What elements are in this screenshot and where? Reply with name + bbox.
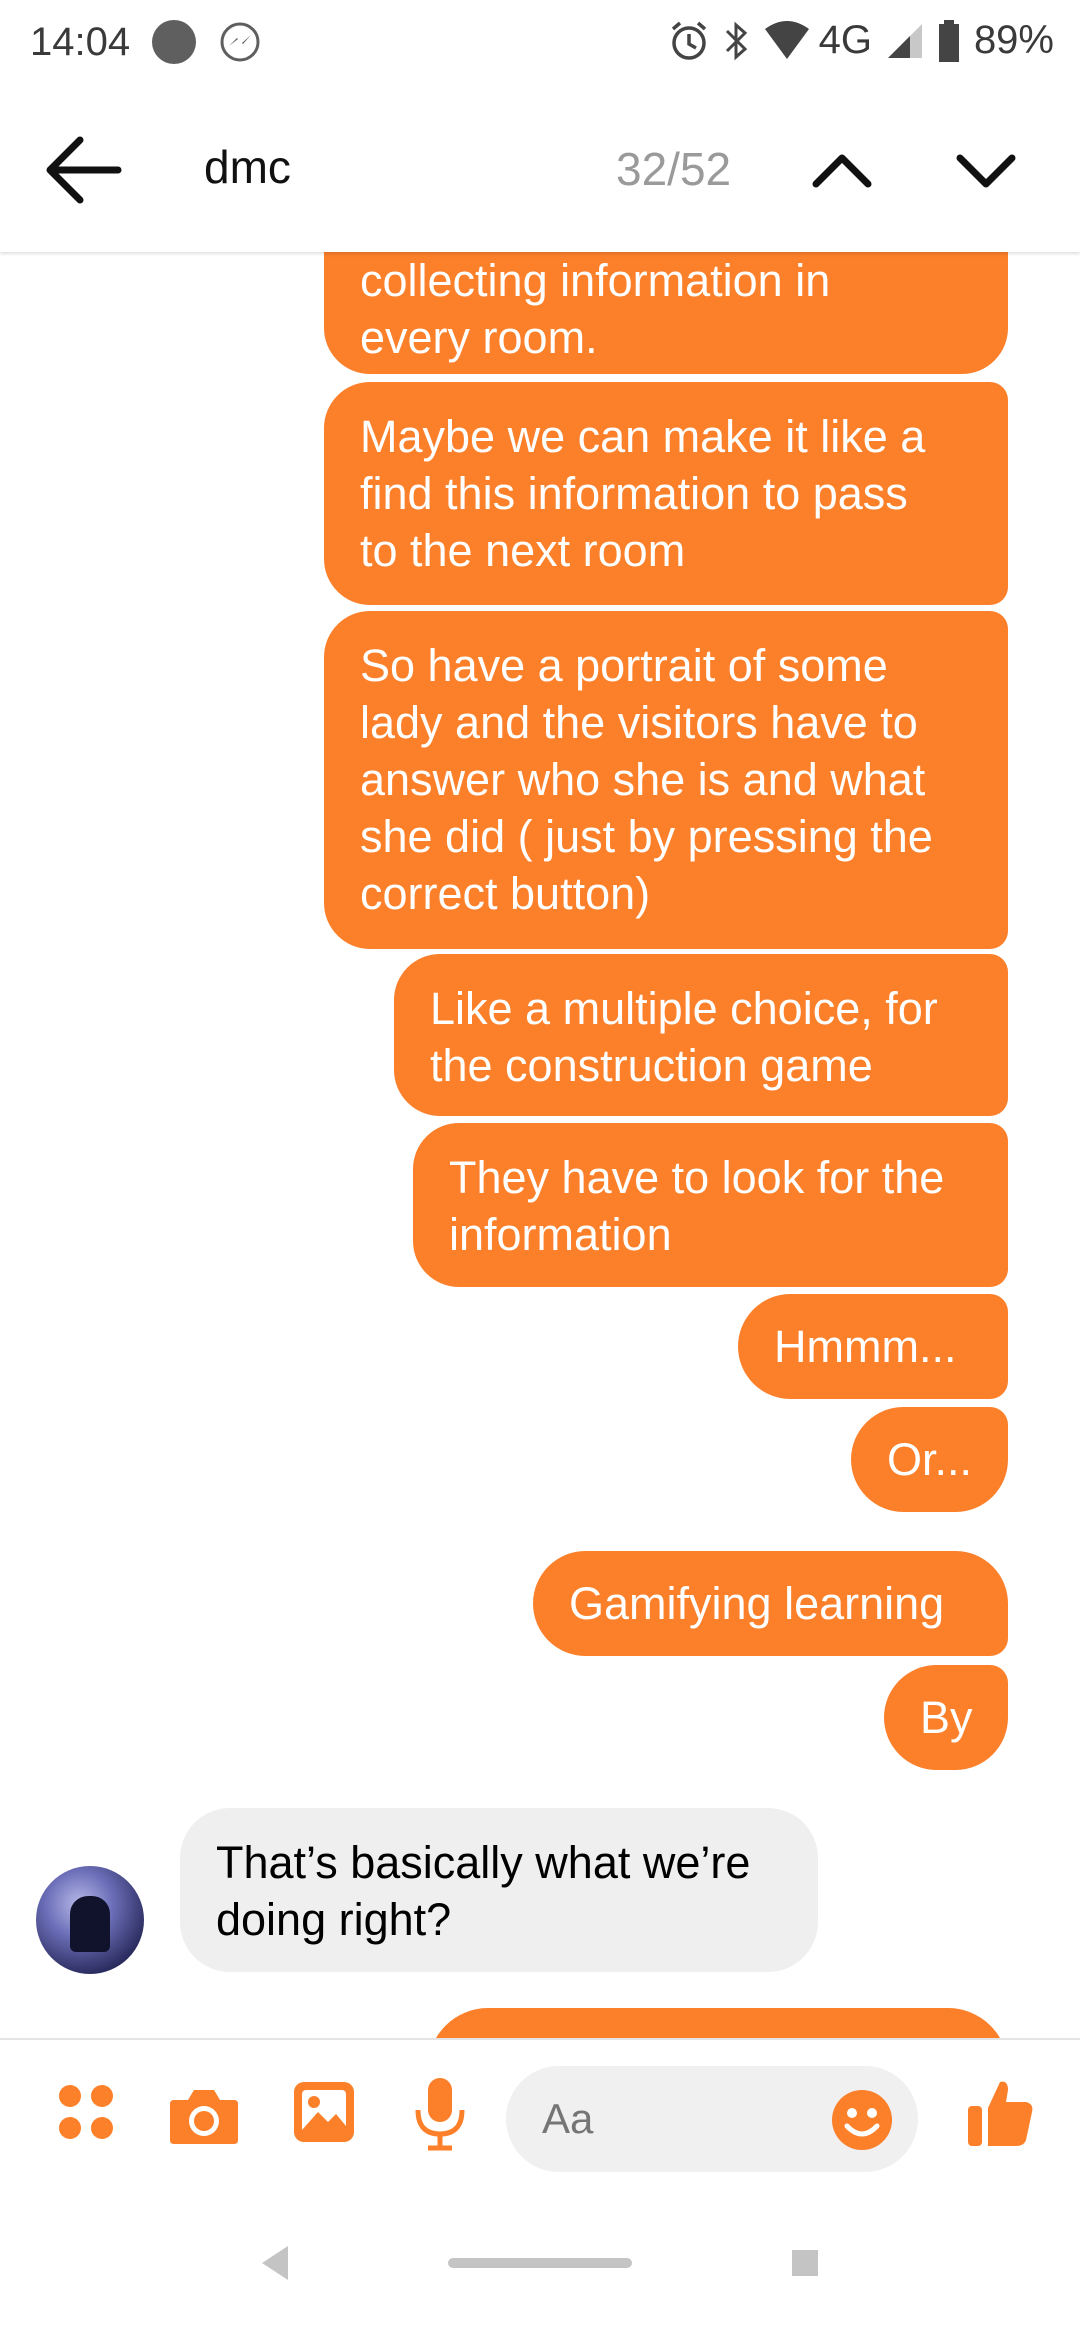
bluetooth-icon — [725, 21, 747, 60]
match-counter: 32/52 — [616, 143, 732, 195]
message-bubble-outgoing[interactable]: Or... — [851, 1407, 1008, 1512]
composer-bar — [0, 2038, 1080, 2198]
thumbs-up-icon[interactable] — [966, 2076, 1036, 2148]
message-bubble-outgoing[interactable]: Gamifying learning — [533, 1551, 1008, 1656]
chevron-down-icon[interactable] — [950, 134, 1022, 206]
message-bubble-outgoing[interactable]: By — [884, 1665, 1008, 1770]
emoji-icon[interactable] — [830, 2088, 894, 2152]
status-icons: 4G 89% — [669, 18, 1054, 63]
message-bubble-incoming[interactable]: That’s basically what we’re doing right? — [180, 1808, 818, 1972]
signal-icon — [887, 23, 922, 58]
nav-back-icon[interactable] — [258, 2244, 292, 2282]
battery-icon — [938, 19, 959, 62]
message-bubble-outgoing[interactable]: Like a multiple choice, for the construc… — [394, 954, 1008, 1116]
camera-icon[interactable] — [168, 2086, 240, 2146]
nav-recents-icon[interactable] — [792, 2250, 818, 2276]
message-bubble-outgoing[interactable]: So have a portrait of some lady and the … — [324, 611, 1008, 949]
status-time: 14:04 — [30, 20, 131, 64]
wifi-icon — [764, 20, 809, 59]
message-bubble-outgoing[interactable]: They have to look for the information — [413, 1123, 1008, 1287]
apps-icon[interactable] — [56, 2082, 116, 2142]
gallery-icon[interactable] — [292, 2080, 356, 2144]
search-query[interactable]: dmc — [204, 140, 291, 194]
chevron-up-icon[interactable] — [806, 134, 878, 206]
search-header: dmc 32/52 — [0, 88, 1080, 252]
network-type: 4G — [818, 18, 872, 62]
message-bubble-outgoing[interactable]: collecting information in every room. — [324, 252, 1008, 374]
nav-home-pill[interactable] — [448, 2258, 632, 2268]
system-nav-bar — [0, 2196, 1080, 2340]
microphone-icon[interactable] — [414, 2076, 466, 2152]
message-bubble-outgoing[interactable]: Hmmm... — [738, 1294, 1008, 1399]
notification-dot-icon — [152, 20, 196, 64]
arrow-left-icon[interactable] — [40, 130, 128, 210]
message-list[interactable]: collecting information in every room. Ma… — [0, 252, 1080, 2038]
alarm-icon — [671, 21, 706, 60]
status-bar: 14:04 4G 89% — [0, 0, 1080, 88]
messenger-icon — [220, 22, 260, 62]
message-bubble-outgoing[interactable] — [428, 2008, 1008, 2038]
contact-avatar[interactable] — [36, 1866, 144, 1974]
battery-percent: 89% — [973, 18, 1054, 62]
message-bubble-outgoing[interactable]: Maybe we can make it like a find this in… — [324, 382, 1008, 605]
